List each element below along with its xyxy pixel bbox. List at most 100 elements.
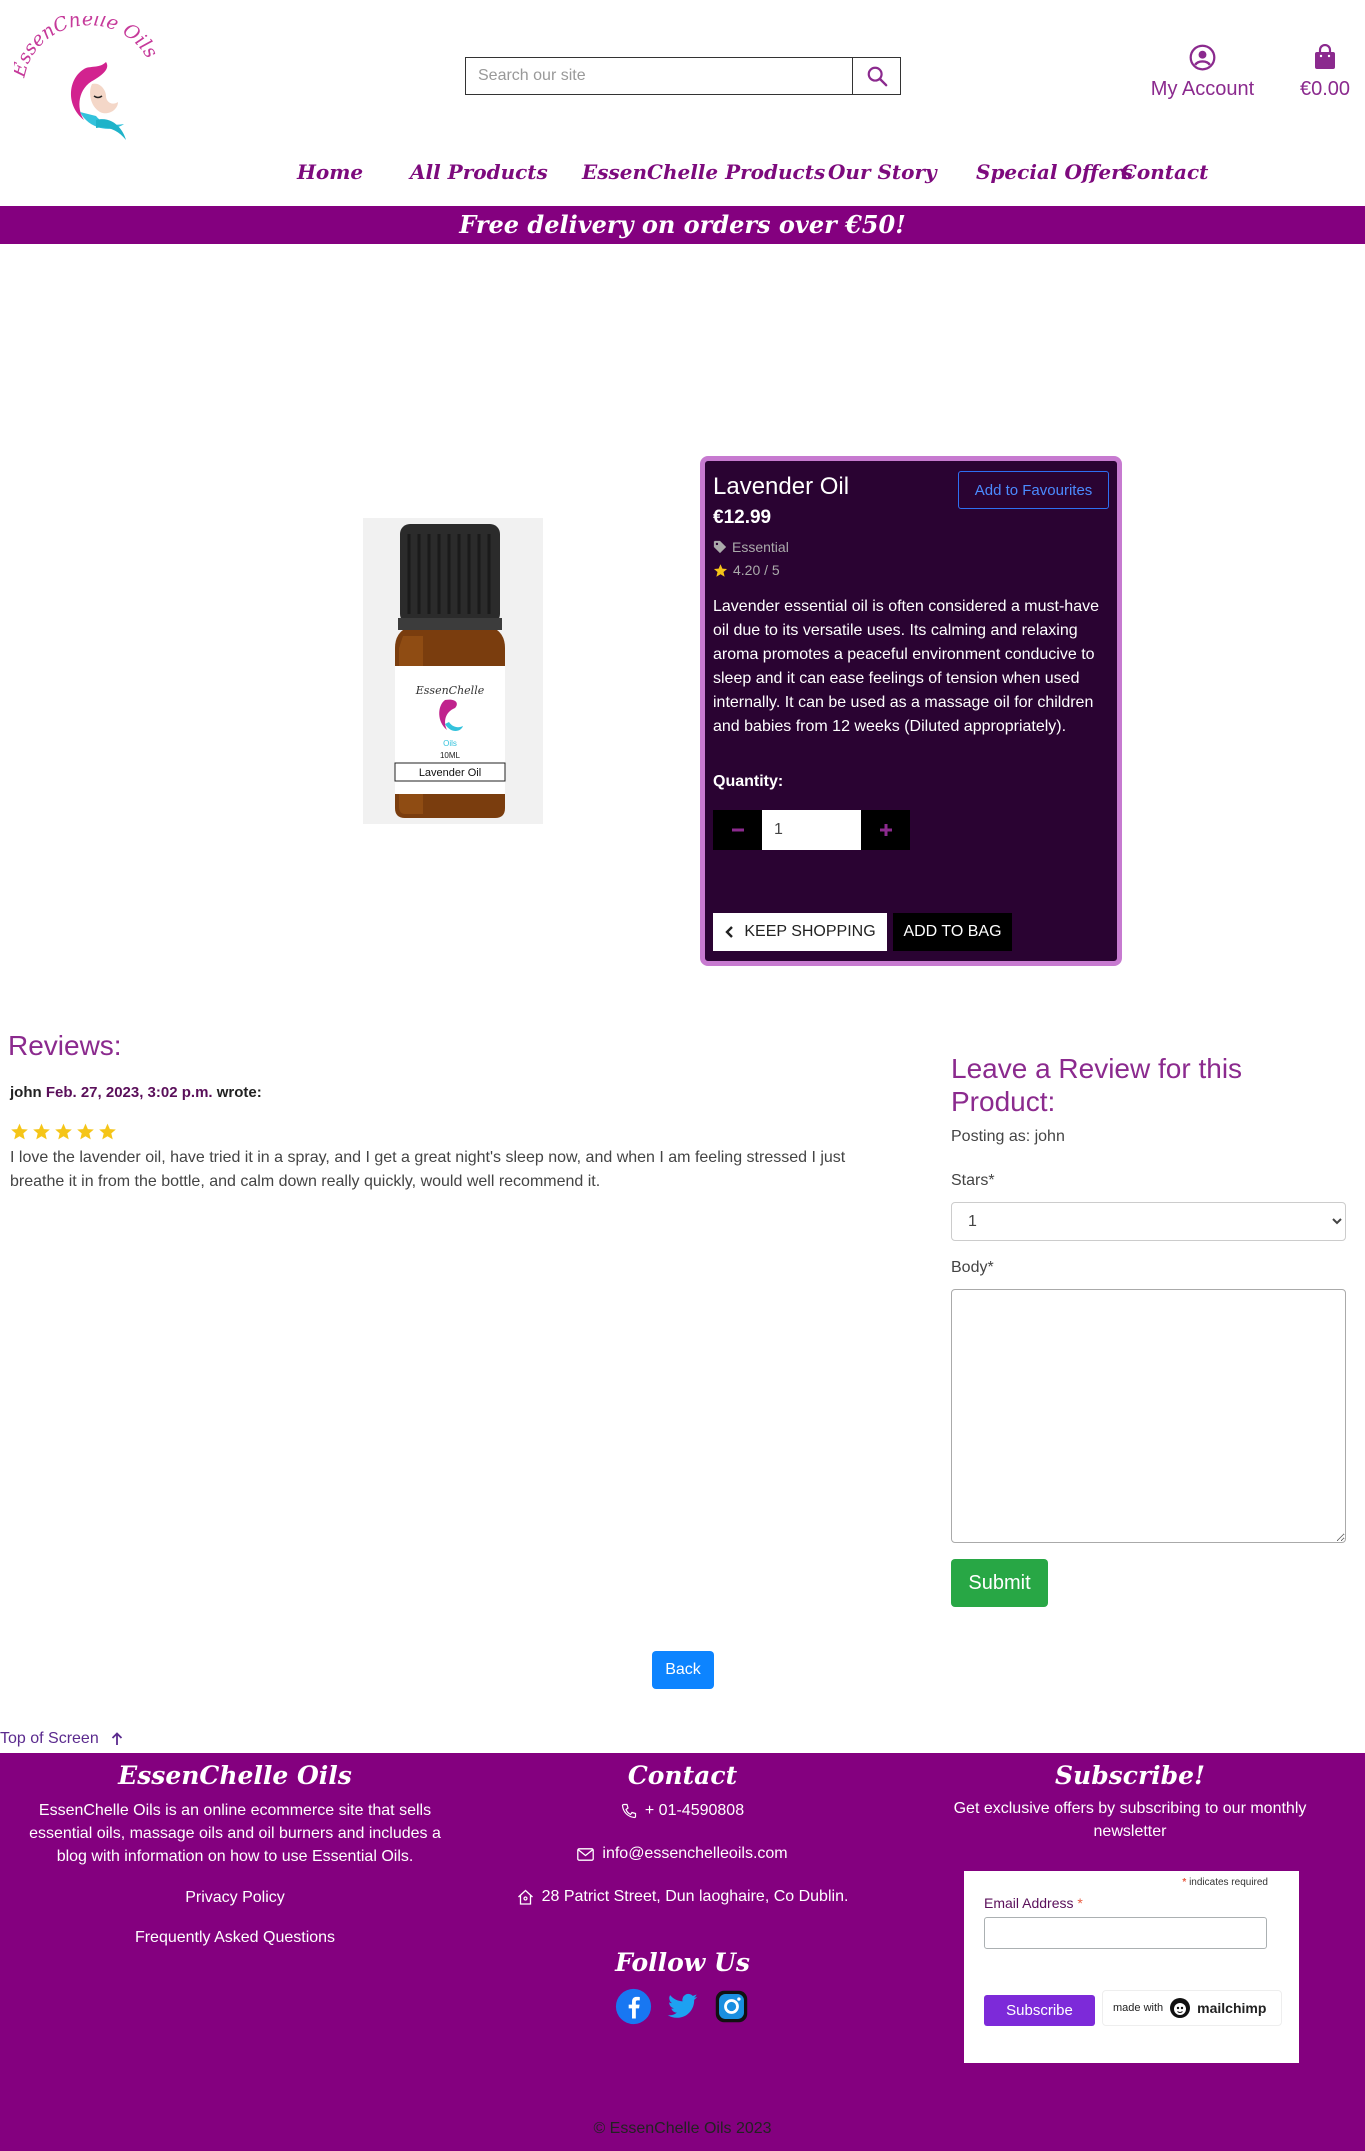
minus-icon bbox=[731, 828, 744, 832]
product-image: EssenChelle Oils 10ML Lavender Oil bbox=[363, 518, 543, 824]
shopping-bag-link[interactable]: €0.00 bbox=[1295, 42, 1355, 101]
reviews-heading: Reviews: bbox=[8, 1030, 122, 1061]
faq-link[interactable]: Frequently Asked Questions bbox=[0, 1926, 470, 1949]
review-form-heading: Leave a Review for this Product: bbox=[951, 1053, 1243, 1117]
footer-about-text: EssenChelle Oils is an online ecommerce … bbox=[29, 1802, 441, 1865]
product-description: Lavender essential oil is often consider… bbox=[713, 598, 1099, 735]
email-address-label-text: Email Address bbox=[984, 1895, 1074, 1911]
increment-button[interactable] bbox=[861, 810, 910, 850]
review-date: Feb. 27, 2023, 3:02 p.m. bbox=[45, 1084, 213, 1101]
delivery-banner: Free delivery on orders over €50! bbox=[0, 206, 1365, 244]
review-wrote: wrote: bbox=[216, 1084, 262, 1101]
newsletter-subscribe-button[interactable]: Subscribe bbox=[984, 1995, 1095, 2026]
required-note: * indicates required bbox=[1182, 1877, 1268, 1888]
phone-icon bbox=[621, 1803, 636, 1819]
my-account-label: My Account bbox=[1150, 78, 1255, 100]
email-required-star: * bbox=[1077, 1895, 1083, 1911]
mailchimp-signup-form: * indicates required Email Address * Sub… bbox=[964, 1871, 1299, 2063]
review-author: john bbox=[10, 1084, 42, 1101]
keep-shopping-label: KEEP SHOPPING bbox=[744, 923, 876, 940]
search-icon bbox=[867, 66, 887, 87]
product-rating-value: 4.20 / 5 bbox=[733, 562, 780, 578]
arrow-up-icon bbox=[111, 1732, 122, 1745]
nav-our-story[interactable]: Our Story bbox=[828, 160, 937, 184]
product-category-label: Essential bbox=[732, 539, 789, 555]
brand-logo[interactable]: EssenChelle Oils bbox=[7, 8, 164, 140]
newsletter-email-field[interactable] bbox=[984, 1917, 1267, 1949]
contact-phone-text: + 01-4590808 bbox=[644, 1802, 745, 1819]
contact-email-text: info@essenchelleoils.com bbox=[602, 1845, 788, 1862]
contact-address-text: 28 Patrict Street, Dun laoghaire, Co Dub… bbox=[541, 1888, 849, 1905]
star-icon bbox=[713, 563, 728, 577]
star-icon bbox=[33, 1123, 50, 1140]
site-search bbox=[465, 57, 901, 95]
nav-all-products[interactable]: All Products bbox=[410, 160, 548, 184]
made-with-text: made with bbox=[1113, 2002, 1164, 2014]
privacy-policy-link[interactable]: Privacy Policy bbox=[0, 1886, 470, 1909]
body-label: Body* bbox=[951, 1259, 994, 1276]
decrement-button[interactable] bbox=[713, 810, 762, 850]
bottle-label-text: Lavender Oil bbox=[419, 767, 481, 779]
tag-icon bbox=[713, 540, 727, 554]
stars-label: Stars* bbox=[951, 1172, 995, 1189]
product-details-card: Lavender Oil €12.99 Add to Favourites Es… bbox=[700, 456, 1122, 966]
back-button[interactable]: Back bbox=[652, 1651, 714, 1689]
twitter-icon[interactable] bbox=[664, 1988, 701, 2025]
contact-email[interactable]: info@essenchelleoils.com bbox=[480, 1845, 885, 1863]
plus-icon bbox=[879, 824, 892, 836]
mailchimp-brand-text: mailchimp bbox=[1197, 2000, 1267, 2016]
delivery-banner-text: Free delivery on orders over €50! bbox=[459, 210, 906, 239]
facebook-icon[interactable] bbox=[615, 1988, 652, 2025]
subscribe-heading: Subscribe! bbox=[1054, 1761, 1206, 1790]
quantity-input[interactable] bbox=[762, 810, 861, 850]
nav-home[interactable]: Home bbox=[297, 160, 363, 184]
bottle-sub-text: Oils bbox=[443, 739, 457, 748]
stars-select[interactable]: 1 bbox=[951, 1202, 1346, 1241]
site-header: EssenChelle Oils My Account €0.00 Home A… bbox=[0, 0, 1365, 205]
top-of-screen-link[interactable]: Top of Screen bbox=[0, 1730, 123, 1748]
nav-contact[interactable]: Contact bbox=[1121, 160, 1208, 184]
house-icon bbox=[517, 1889, 533, 1905]
nav-special-offers[interactable]: Special Offers bbox=[976, 160, 1133, 184]
add-to-favourites-button[interactable]: Add to Favourites bbox=[958, 471, 1109, 509]
follow-us-heading: Follow Us bbox=[615, 1948, 750, 1977]
chevron-left-icon bbox=[725, 926, 734, 938]
quantity-stepper bbox=[713, 810, 910, 850]
keep-shopping-button[interactable]: KEEP SHOPPING bbox=[713, 913, 887, 951]
envelope-icon bbox=[577, 1847, 595, 1861]
footer-about-heading: EssenChelle Oils bbox=[118, 1761, 352, 1790]
star-icon bbox=[55, 1123, 72, 1140]
required-star: * bbox=[1182, 1877, 1187, 1888]
copyright: © EssenChelle Oils 2023 bbox=[593, 2120, 772, 2137]
product-name: Lavender Oil bbox=[713, 473, 850, 500]
review-stars bbox=[10, 1122, 117, 1141]
my-account-link[interactable]: My Account bbox=[1145, 42, 1260, 101]
review-body-input[interactable] bbox=[951, 1289, 1346, 1543]
bag-total: €0.00 bbox=[1299, 78, 1351, 100]
contact-phone[interactable]: + 01-4590808 bbox=[480, 1802, 885, 1820]
instagram-icon[interactable] bbox=[713, 1988, 750, 2025]
product-price: €12.99 bbox=[713, 507, 772, 528]
posting-as: Posting as: john bbox=[951, 1128, 1065, 1145]
user-circle-icon bbox=[1189, 44, 1216, 70]
quantity-label: Quantity: bbox=[713, 773, 784, 790]
footer-contact-heading: Contact bbox=[627, 1761, 738, 1790]
required-note-text: indicates required bbox=[1189, 1877, 1268, 1888]
product-category[interactable]: Essential bbox=[713, 539, 789, 555]
mailchimp-monkey-icon bbox=[1170, 1998, 1191, 2018]
add-to-bag-button[interactable]: ADD TO BAG bbox=[893, 913, 1012, 951]
social-links bbox=[615, 1988, 750, 2025]
review-body: I love the lavender oil, have tried it i… bbox=[10, 1149, 846, 1190]
star-icon bbox=[77, 1123, 94, 1140]
search-button[interactable] bbox=[852, 58, 900, 94]
star-icon bbox=[11, 1123, 28, 1140]
mailchimp-badge[interactable]: made with mailchimp bbox=[1102, 1990, 1282, 2026]
product-rating: 4.20 / 5 bbox=[713, 562, 780, 578]
subscribe-text: Get exclusive offers by subscribing to o… bbox=[953, 1800, 1307, 1840]
nav-essenchelle-products[interactable]: EssenChelle Products bbox=[582, 160, 825, 184]
main-nav: Home All Products EssenChelle Products O… bbox=[0, 160, 1365, 190]
bottle-size-text: 10ML bbox=[440, 751, 461, 760]
submit-review-button[interactable]: Submit bbox=[951, 1559, 1048, 1607]
top-of-screen-label: Top of Screen bbox=[0, 1730, 99, 1747]
search-input[interactable] bbox=[466, 58, 852, 94]
